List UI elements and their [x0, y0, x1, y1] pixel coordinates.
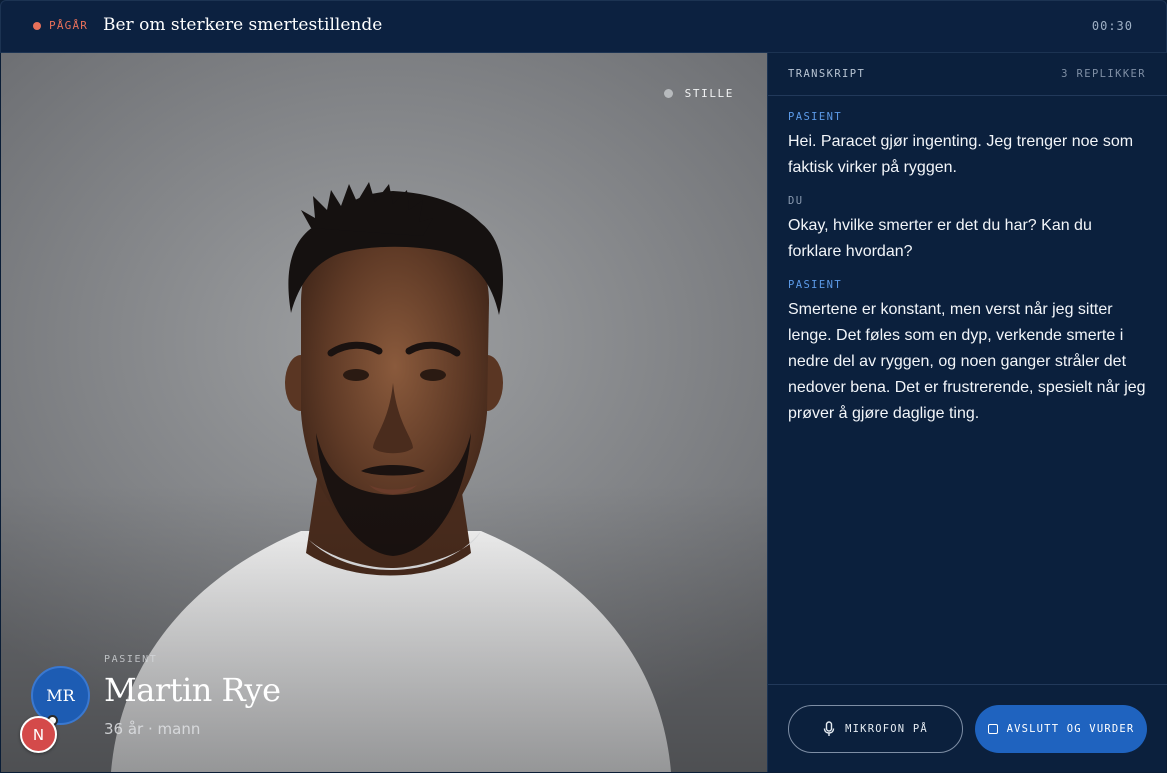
live-status-dot	[33, 22, 41, 30]
transcript-panel: TRANSKRIPT 3 REPLIKKER PASIENT Hei. Para…	[767, 53, 1167, 772]
message-item: PASIENT Hei. Paracet gjør ingenting. Jeg…	[788, 111, 1148, 181]
n-badge-button[interactable]: N	[20, 716, 57, 753]
transcript-title: TRANSKRIPT	[788, 68, 866, 80]
page-title: Ber om sterkere smertestillende	[103, 15, 383, 35]
microphone-icon	[823, 721, 835, 736]
message-text: Okay, hvilke smerter er det du har? Kan …	[788, 217, 1092, 260]
message-speaker: DU	[788, 195, 804, 207]
transcript-count: 3 REPLIKKER	[1061, 68, 1146, 80]
end-button-label: AVSLUTT OG VURDER	[1006, 723, 1135, 735]
live-status-label: PÅGÅR	[49, 19, 89, 32]
message-text: Hei. Paracet gjør ingenting. Jeg trenger…	[788, 133, 1134, 176]
audio-state-indicator: STILLE	[663, 87, 734, 100]
patient-role-label: PASIENT	[104, 654, 158, 665]
audio-state-dot	[663, 89, 673, 98]
patient-name: Martin Rye	[104, 671, 281, 709]
message-text: Smertene er konstant, men verst når jeg …	[788, 301, 1146, 422]
message-item: PASIENT Smertene er konstant, men verst …	[788, 279, 1148, 427]
call-controls: MIKROFON PÅ AVSLUTT OG VURDER	[768, 684, 1167, 772]
patient-meta: 36 år · mann	[104, 720, 201, 738]
microphone-toggle-button[interactable]: MIKROFON PÅ	[788, 705, 963, 753]
call-timer: 00:30	[1091, 19, 1133, 33]
top-bar: PÅGÅR Ber om sterkere smertestillende 00…	[0, 0, 1167, 53]
message-item: DU Okay, hvilke smerter er det du har? K…	[788, 195, 1148, 265]
stop-square-icon	[987, 724, 998, 734]
end-and-evaluate-button[interactable]: AVSLUTT OG VURDER	[975, 705, 1147, 753]
message-list: PASIENT Hei. Paracet gjør ingenting. Jeg…	[788, 111, 1148, 441]
transcript-header: TRANSKRIPT 3 REPLIKKER	[768, 53, 1167, 96]
patient-video: STILLE MR PASIENT Martin Rye 36 år · man…	[1, 53, 767, 772]
audio-state-label: STILLE	[684, 87, 734, 100]
message-speaker: PASIENT	[788, 111, 843, 123]
message-speaker: PASIENT	[788, 279, 843, 291]
microphone-button-label: MIKROFON PÅ	[845, 723, 928, 735]
